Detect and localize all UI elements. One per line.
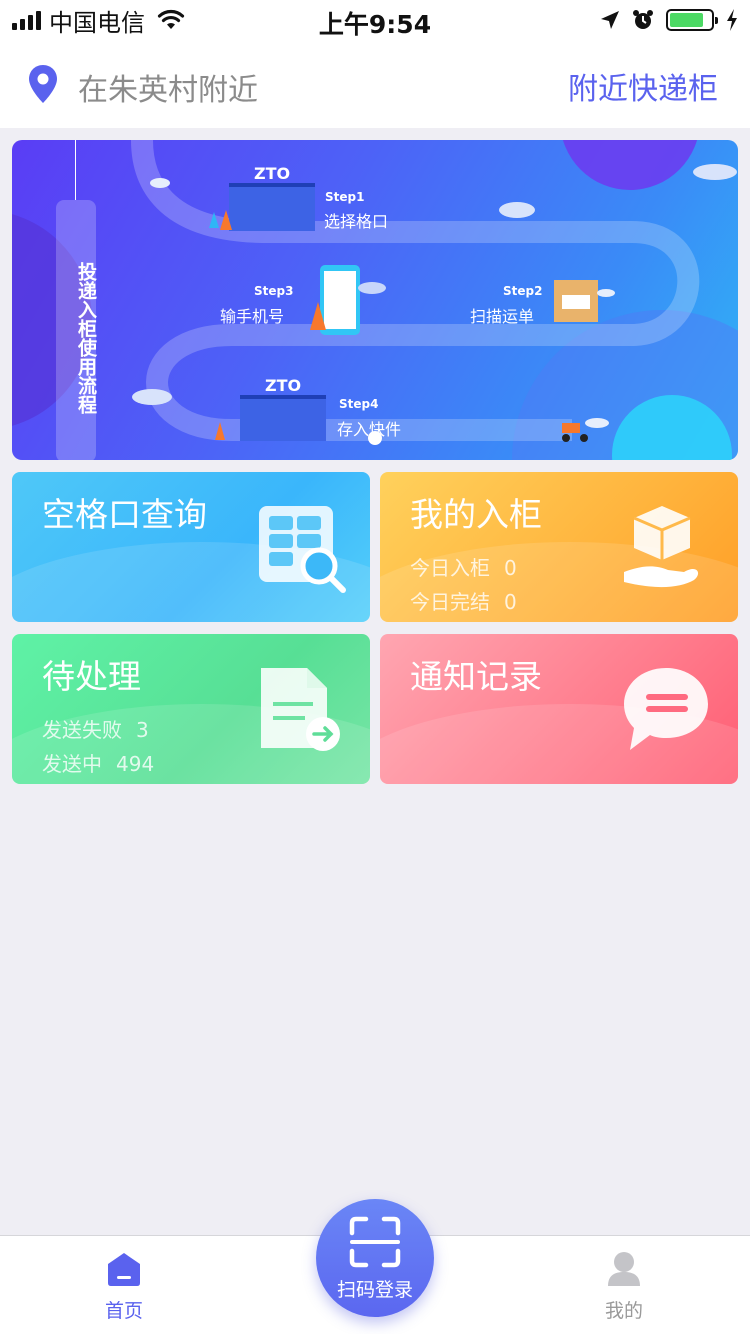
status-bar: 中国电信 上午9:54 — [0, 0, 750, 40]
banner-tag-string — [75, 140, 76, 200]
banner-illustration — [12, 140, 738, 460]
empty-slot-query-card[interactable]: 空格口查询 — [12, 472, 370, 622]
card-title: 通知记录 — [410, 657, 542, 696]
card-title: 待处理 — [42, 657, 141, 696]
step-text: 输手机号 — [220, 307, 285, 326]
card-title: 空格口查询 — [42, 495, 207, 534]
document-arrow-icon — [261, 668, 340, 751]
box-hand-icon — [624, 506, 699, 588]
step-number: Step2 — [503, 284, 543, 298]
today-in-stat: 今日入柜 0 — [410, 556, 517, 580]
scan-login-label: 扫码登录 — [336, 1279, 413, 1301]
usage-flow-banner[interactable]: 投递入柜使用流程 ZTO ZTO Step1 选择格口 Step2 扫描运单 S… — [12, 140, 738, 460]
tab-home-label: 首页 — [104, 1300, 143, 1322]
step-number: Step4 — [339, 397, 379, 411]
chat-bubble-icon — [624, 668, 708, 750]
alarm-icon — [633, 10, 653, 29]
step-text: 扫描运单 — [470, 307, 535, 326]
grid-search-icon — [259, 506, 346, 593]
step-number: Step3 — [254, 284, 294, 298]
scan-login-button[interactable]: 扫码登录 — [316, 1199, 434, 1317]
sending-stat: 发送中 494 — [42, 752, 155, 776]
carousel-indicator[interactable] — [368, 431, 382, 445]
step-number: Step1 — [325, 190, 365, 204]
charging-icon — [727, 9, 737, 31]
home-icon — [108, 1253, 140, 1286]
scan-icon — [349, 1216, 401, 1268]
banner-title: 投递入柜使用流程 — [56, 200, 97, 460]
user-icon — [608, 1252, 640, 1286]
my-deposits-card[interactable]: 我的入柜 今日入柜 0 今日完结 0 — [380, 472, 738, 622]
tab-home[interactable]: 首页 — [64, 1250, 184, 1323]
locker-logo: ZTO — [265, 376, 302, 395]
nearby-lockers-link[interactable]: 附近快递柜 — [568, 64, 718, 108]
notice-records-card[interactable]: 通知记录 — [380, 634, 738, 784]
tab-mine-label: 我的 — [604, 1300, 643, 1322]
location-pin-icon — [29, 65, 57, 103]
tab-mine[interactable]: 我的 — [564, 1250, 684, 1323]
current-location[interactable]: 在朱英村附近 — [78, 65, 258, 109]
battery-icon — [666, 9, 718, 31]
send-failed-stat: 发送失败 3 — [42, 718, 149, 742]
today-done-stat: 今日完结 0 — [410, 590, 517, 614]
step-text: 选择格口 — [324, 212, 389, 231]
pending-card[interactable]: 待处理 发送失败 3 发送中 494 — [12, 634, 370, 784]
location-header: 在朱英村附近 附近快递柜 — [0, 40, 750, 128]
card-title: 我的入柜 — [410, 495, 542, 534]
location-arrow-icon — [601, 11, 619, 29]
locker-logo: ZTO — [254, 164, 291, 183]
